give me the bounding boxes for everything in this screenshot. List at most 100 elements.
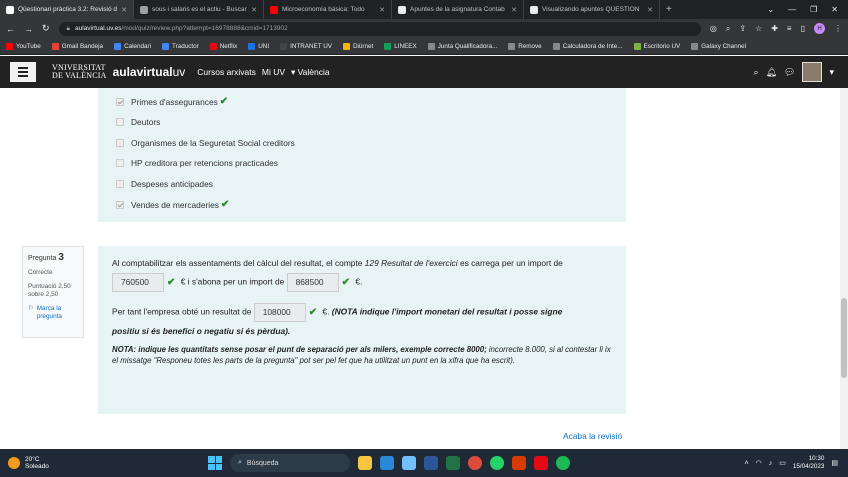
result-amount-field[interactable]: 108000 <box>253 303 306 322</box>
question-text-line1: Al comptabilitzar els assentaments del c… <box>112 258 563 268</box>
nav-cursos-arxivats[interactable]: Cursos arxivats <box>197 67 256 78</box>
chevron-up-icon[interactable]: ˄ <box>745 460 749 467</box>
system-clock[interactable]: 10:30 15/04/2023 <box>793 455 825 471</box>
bookmark-calculadora[interactable]: Calculadora de Inte... <box>552 42 623 50</box>
side-panel-icon[interactable]: ▯ <box>801 24 805 33</box>
page-scrollbar[interactable] <box>840 88 848 449</box>
flag-question-link[interactable]: ⚐ Marca la pregunta <box>28 305 78 321</box>
hamburger-menu-button[interactable] <box>10 62 36 82</box>
zoom-icon[interactable]: ⌕ <box>726 24 730 34</box>
uni-icon <box>248 42 256 50</box>
reload-icon[interactable]: ↻ <box>42 23 50 34</box>
bookmark-junta[interactable]: Junta Qualificadora... <box>427 42 497 50</box>
bookmark-escritorio[interactable]: Escritorio UV <box>633 42 680 50</box>
bookmark-youtube[interactable]: YouTube <box>6 42 41 50</box>
close-tab-icon[interactable]: ✕ <box>647 6 653 14</box>
browser-tab-search[interactable]: sous i salaris es el actiu - Buscar ✕ <box>134 0 264 19</box>
answer-checkbox <box>116 180 124 188</box>
photos-icon[interactable] <box>402 456 416 470</box>
windows-taskbar: 20°C Soleado ⌕ Búsqueda ˄ ◠ ♪ ▭ 10:30 15… <box>0 449 848 477</box>
nav-valencia[interactable]: ▾ València <box>291 67 330 78</box>
search-icon: ⌕ <box>238 459 242 466</box>
close-tab-icon[interactable]: ✕ <box>511 6 517 14</box>
profile-avatar[interactable]: H <box>814 23 825 34</box>
bookmark-remove[interactable]: Remove <box>508 42 542 50</box>
bookmark-intranet[interactable]: INTRANET UV <box>280 42 332 50</box>
volume-icon[interactable]: ♪ <box>769 460 773 467</box>
address-bar[interactable]: 🔒︎ aulavirtual.uv.es/mod/quiz/review.php… <box>58 21 701 36</box>
browser-tab-visualizando[interactable]: Visualizando apuntes QÜESTION ✕ <box>524 0 660 19</box>
browser-tab-apuntes[interactable]: Apuntes de la asignatura Contab ✕ <box>392 0 524 19</box>
top-nav: Cursos arxivats Mi UV ▾ València <box>197 67 329 78</box>
question-status: Correcte <box>28 269 53 276</box>
scrollbar-thumb[interactable] <box>841 298 847 378</box>
browser-tab-youtube[interactable]: Microeconomía básica: Todo ✕ <box>264 0 392 19</box>
chat-bubble-icon[interactable]: 💬︎ <box>784 67 795 78</box>
globe-icon <box>691 42 699 50</box>
correct-check-icon: ✔ <box>341 277 350 288</box>
close-tab-icon[interactable]: ✕ <box>379 6 385 14</box>
battery-icon[interactable]: ▭ <box>779 459 786 467</box>
finish-review-link[interactable]: Acaba la revisió <box>563 431 622 441</box>
back-arrow-icon[interactable]: ← <box>6 24 15 34</box>
bookmark-translator[interactable]: Traductor <box>162 42 199 50</box>
bookmark-netflix[interactable]: Netflix <box>209 42 237 50</box>
bell-icon[interactable]: 🔔︎ <box>766 67 777 78</box>
correct-check-icon: ✔ <box>219 96 229 107</box>
close-tab-icon[interactable]: ✕ <box>121 6 127 14</box>
bookmark-lineex[interactable]: LINEEX <box>384 42 417 50</box>
wifi-icon[interactable]: ◠ <box>756 459 762 467</box>
window-controls: ⌄ — ❐ ✕ <box>767 5 848 14</box>
chrome-menu-icon[interactable]: ⋮ <box>834 24 842 33</box>
chrome-icon[interactable] <box>468 456 482 470</box>
weather-widget[interactable]: 20°C Soleado <box>8 456 49 470</box>
spotify-icon[interactable] <box>556 456 570 470</box>
answer-checkbox <box>116 97 124 106</box>
netflix-icon[interactable] <box>534 456 548 470</box>
whatsapp-icon[interactable] <box>490 456 504 470</box>
minimize-icon[interactable]: — <box>788 5 796 14</box>
bookmark-calendar[interactable]: Calendari <box>114 42 151 50</box>
nav-mi-uv[interactable]: Mi UV <box>262 67 285 78</box>
question-note: NOTA: indique les quantitats sense posar… <box>112 345 611 365</box>
bookmark-star-icon[interactable]: ☆ <box>755 24 762 33</box>
university-logo[interactable]: VNIVERSITAT DE VALÈNCIA <box>52 64 107 80</box>
new-tab-button[interactable]: + <box>660 4 678 15</box>
taskbar-search[interactable]: ⌕ Búsqueda <box>230 454 350 472</box>
bookmark-galaxy[interactable]: Galaxy Channel <box>691 42 746 50</box>
close-window-icon[interactable]: ✕ <box>831 5 838 14</box>
youtube-icon <box>6 42 13 50</box>
search-favicon-icon <box>140 5 148 14</box>
office-icon[interactable] <box>512 456 526 470</box>
gmail-icon <box>51 42 59 50</box>
word-icon[interactable] <box>424 456 438 470</box>
correct-check-icon: ✔ <box>308 307 318 318</box>
extensions-puzzle-icon[interactable]: ✚ <box>771 24 778 33</box>
close-tab-icon[interactable]: ✕ <box>251 6 257 14</box>
chevron-down-icon[interactable]: ▾ <box>829 67 834 78</box>
browser-tab-quiz-review[interactable]: Qüestionari pràctica 3.2: Revisió d ✕ <box>0 0 134 19</box>
debit-amount-field[interactable]: 760500 <box>112 273 164 292</box>
share-icon[interactable]: ⇪ <box>739 24 746 33</box>
credit-amount-field[interactable]: 868500 <box>286 273 339 292</box>
bookmark-diurnet[interactable]: Diürnet <box>342 42 373 50</box>
user-avatar[interactable] <box>802 62 823 82</box>
windows-start-icon[interactable] <box>208 456 222 470</box>
excel-icon[interactable] <box>446 456 460 470</box>
bookmark-gmail[interactable]: Gmail Bandeja <box>51 42 103 50</box>
notifications-icon[interactable]: ▤ <box>831 459 838 467</box>
header-actions: ⌕ 🔔︎ 💬︎ ▾ <box>754 62 848 82</box>
store-icon[interactable] <box>380 456 394 470</box>
youtube-favicon-icon <box>270 5 278 14</box>
maximize-icon[interactable]: ❐ <box>810 5 817 14</box>
google-lens-icon[interactable]: ◎ <box>710 24 717 33</box>
diurnet-icon <box>342 42 350 50</box>
sun-icon <box>8 457 20 469</box>
search-icon[interactable]: ⌕ <box>754 67 759 78</box>
tab-search-icon[interactable]: ⌄ <box>767 5 774 14</box>
file-explorer-icon[interactable] <box>358 456 372 470</box>
aulavirtual-logo[interactable]: aulavirtualuv <box>113 65 186 79</box>
reading-list-icon[interactable]: ≡ <box>787 24 792 33</box>
forward-arrow-icon[interactable]: → <box>24 24 33 34</box>
bookmark-uni[interactable]: UNI <box>248 42 269 50</box>
